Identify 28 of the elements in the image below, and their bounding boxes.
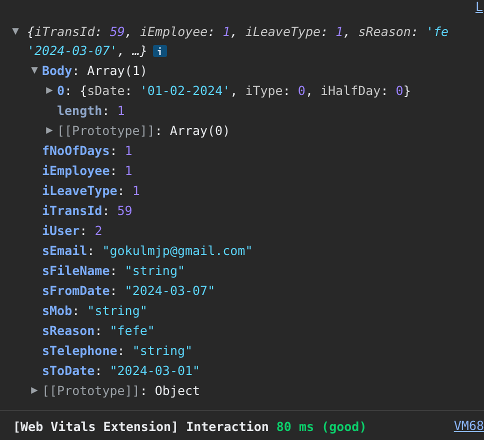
expand-arrow-icon[interactable]: [30, 66, 39, 74]
console-message: [Web Vitals Extension] Interaction 80 ms (good): [13, 418, 367, 434]
expand-arrow-icon[interactable]: [30, 386, 39, 394]
property-entry: iTransId: 59: [42, 202, 132, 218]
property-entry: iUser: 2: [42, 222, 102, 238]
expand-arrow-icon[interactable]: [11, 27, 20, 36]
property-entry: iLeaveType: 1: [42, 182, 140, 198]
object-preview: {iTransId: 59, iEmployee: 1, iLeaveType: 1, sReason: 'fe: [27, 24, 449, 39]
object-preview: '2024-03-07', …}: [27, 43, 148, 58]
info-icon[interactable]: [153, 44, 168, 56]
property-entry: sFromDate: "2024-03-07": [42, 282, 216, 298]
expand-arrow-icon[interactable]: [45, 86, 54, 94]
property-entry: sMob: "string": [42, 302, 148, 318]
property-entry: Body: Array(1): [42, 62, 148, 78]
source-link[interactable]: VM68: [454, 419, 484, 433]
property-entry: sTelephone: "string": [42, 342, 193, 358]
expand-arrow-icon[interactable]: [45, 126, 54, 134]
property-entry: sToDate: "2024-03-01": [42, 362, 200, 378]
property-entry: [[Prototype]]: Object: [42, 382, 200, 398]
property-entry: sReason: "fefe": [42, 322, 155, 338]
property-entry: [[Prototype]]: Array(0): [57, 122, 230, 138]
property-entry: fNoOfDays: 1: [42, 142, 132, 158]
property-entry: iEmployee: 1: [42, 162, 132, 178]
property-entry: 0: {sDate: '01-02-2024', iType: 0, iHalfDay: 0}: [57, 82, 411, 98]
property-entry: length: 1: [57, 102, 125, 118]
source-link[interactable]: L: [475, 0, 483, 14]
property-entry: sEmail: "gokulmjp@gmail.com": [42, 242, 253, 258]
property-entry: sFileName: "string": [42, 262, 186, 278]
